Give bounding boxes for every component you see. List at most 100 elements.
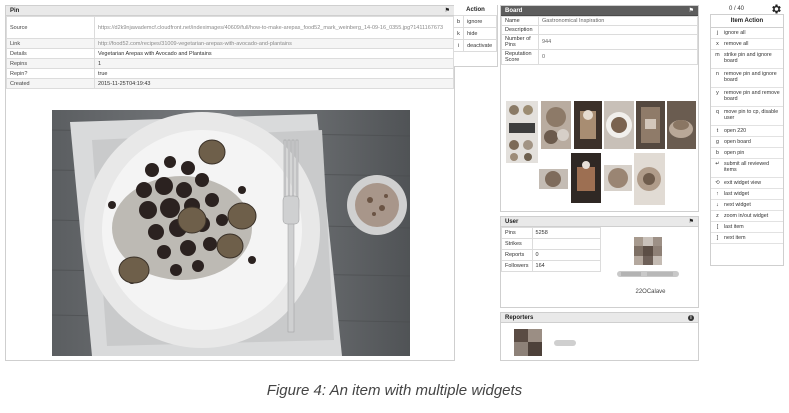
info-icon[interactable]: i: [688, 315, 694, 321]
shortcut-key: ↵: [715, 161, 720, 167]
pin-value-details: Vegetarian Arepas with Avocado and Plant…: [94, 48, 454, 59]
action-label[interactable]: ignore: [463, 15, 497, 28]
item-action-label: next item: [724, 235, 746, 241]
user-avatar[interactable]: [634, 237, 662, 265]
board-panel-title: Board: [505, 8, 523, 14]
thumbnail-image: [544, 107, 569, 144]
item-action-ignore-all[interactable]: j ignore all: [711, 28, 783, 39]
item-action-remove-all[interactable]: x remove all: [711, 39, 783, 50]
item-action-open-board[interactable]: g open board: [711, 137, 783, 148]
item-action-zoom-widget[interactable]: z zoom in/out widget: [711, 211, 783, 222]
shortcut-key: ↑: [716, 191, 719, 197]
pin-key-created: Created: [6, 78, 95, 89]
pin-key-link: Link: [6, 38, 95, 49]
board-thumbnail[interactable]: [574, 101, 602, 149]
shortcut-key: ]: [716, 235, 719, 241]
pin-panel-header: Pin ⚑: [6, 6, 454, 16]
item-action-header: Item Action: [711, 15, 783, 28]
user-username[interactable]: 22OCalave: [601, 289, 700, 295]
item-action-label: remove pin and remove board: [724, 90, 780, 102]
item-action-last-item[interactable]: [ last item: [711, 222, 783, 233]
item-action-move-pin[interactable]: q move pin to cp, disable user: [711, 107, 783, 126]
item-action-open-pin[interactable]: b open pin: [711, 148, 783, 159]
board-thumbnail[interactable]: [571, 153, 601, 203]
board-value-name: Gastronomical Inspiration: [538, 16, 698, 26]
user-display-name-blurred: [617, 270, 679, 278]
board-details-table: Name Gastronomical Inspiration Descripti…: [501, 16, 698, 65]
board-thumbnail-grid: [504, 101, 697, 209]
thumbnail-image: [606, 112, 632, 138]
reporters-panel: Reporters i: [500, 312, 699, 361]
board-thumbnail[interactable]: [506, 101, 538, 163]
board-key-description: Description: [501, 25, 539, 35]
item-action-remove-pin-remove-board[interactable]: y remove pin and remove board: [711, 88, 783, 107]
action-row-hide[interactable]: k hide: [454, 27, 497, 40]
pin-value-link[interactable]: http://food52.com/recipes/31009-vegetari…: [94, 38, 454, 49]
item-action-last-widget[interactable]: ↑ last widget: [711, 189, 783, 200]
item-action-label: last item: [724, 224, 744, 230]
user-value-pins: 5258: [531, 227, 602, 239]
thumbnail-image: [641, 107, 660, 143]
board-thumbnail[interactable]: [636, 101, 665, 149]
item-action-panel: Item Action j ignore all x remove all m str…: [710, 14, 784, 266]
shortcut-key: [: [716, 224, 719, 230]
user-value-reports: 0: [531, 249, 602, 261]
item-action-label: strike pin and ignore board: [724, 52, 772, 64]
action-row-deactivate[interactable]: i deactivate: [454, 39, 497, 52]
item-action-open-220[interactable]: t open 220: [711, 126, 783, 137]
thumbnail-image: [509, 105, 535, 161]
board-thumbnail[interactable]: [667, 101, 696, 149]
pin-value-source[interactable]: https://d2k9njawademcf.cloudfront.net/in…: [94, 16, 454, 39]
flag-icon[interactable]: ⚑: [689, 217, 694, 227]
item-action-submit[interactable]: ↵ submit all reviewed items: [711, 159, 783, 178]
flag-icon[interactable]: ⚑: [445, 6, 450, 16]
pin-row-source: Source https://d2k9njawademcf.cloudfront…: [6, 16, 454, 39]
board-thumbnail[interactable]: [539, 169, 568, 189]
flag-icon[interactable]: ⚑: [689, 6, 694, 16]
item-action-remove-pin-ignore-board[interactable]: n remove pin and ignore board: [711, 69, 783, 88]
pin-panel-title: Pin: [10, 8, 20, 14]
item-action-strike-pin[interactable]: m strike pin and ignore board: [711, 50, 783, 69]
board-thumbnail[interactable]: [604, 165, 632, 191]
user-key-pins: Pins: [501, 227, 533, 239]
shortcut-key: x: [716, 41, 719, 47]
user-value-strikes: [531, 238, 602, 250]
board-row-reputation: Reputation Score 0: [501, 49, 698, 65]
item-action-next-widget[interactable]: ↓ next widget: [711, 200, 783, 211]
item-action-label: open board: [724, 139, 751, 145]
pin-key-repins: Repins: [6, 58, 95, 69]
shortcut-key: b: [716, 150, 719, 156]
pin-value-created: 2015-11-25T04:19:43: [94, 78, 454, 89]
action-key: k: [454, 27, 465, 40]
board-key-pins: Number of Pins: [501, 34, 539, 50]
user-row-reports: Reports 0: [501, 249, 602, 261]
pin-value-repins: 1: [94, 58, 454, 69]
shortcut-key: ⟲: [715, 180, 720, 186]
pin-row-repins: Repins 1: [6, 58, 454, 69]
user-details-table: Pins 5258 Strikes Reports 0 Followers 16…: [501, 227, 602, 272]
user-row-pins: Pins 5258: [501, 227, 602, 239]
item-action-next-item[interactable]: ] next item: [711, 233, 783, 244]
pin-key-source: Source: [6, 16, 95, 39]
item-action-exit-widget[interactable]: ⟲ exit widget view: [711, 178, 783, 189]
pin-image[interactable]: [52, 110, 410, 356]
figure-caption: Figure 4: An item with multiple widgets: [266, 382, 523, 399]
board-thumbnail[interactable]: [604, 101, 634, 149]
board-value-description: [538, 25, 698, 35]
action-label[interactable]: deactivate: [463, 39, 497, 52]
thumbnail-image: [580, 110, 596, 139]
action-key: i: [454, 39, 465, 52]
action-label[interactable]: hide: [463, 27, 497, 40]
board-thumbnail[interactable]: [541, 101, 571, 149]
reporters-panel-title: Reporters: [505, 315, 534, 321]
blurred-text-image: [617, 271, 679, 277]
reporter-avatar[interactable]: [514, 329, 542, 356]
item-action-label: submit all reviewed items: [724, 161, 770, 173]
action-panel: Action b ignore k hide i deactivate: [454, 5, 498, 67]
action-row-ignore[interactable]: b ignore: [454, 15, 497, 28]
board-panel: Board ⚑ Name Gastronomical Inspiration D…: [500, 5, 699, 212]
pin-row-details: Details Vegetarian Arepas with Avocado a…: [6, 48, 454, 59]
blurred-text-image: [554, 340, 576, 346]
shortcut-key: j: [716, 30, 719, 36]
board-thumbnail[interactable]: [634, 153, 665, 205]
